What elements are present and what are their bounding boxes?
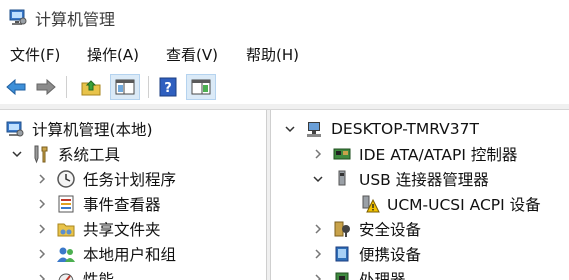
ide-controller-icon [331, 143, 353, 165]
portable-device-icon [331, 243, 353, 265]
tree-item-label: 处理器 [359, 270, 406, 280]
usb-connector-icon [331, 168, 353, 190]
tree-item-label: UCM-UCSI ACPI 设备 [387, 195, 541, 214]
chevron-right-icon[interactable] [35, 197, 49, 211]
tree-item-event-viewer[interactable]: 事件查看器 [35, 191, 161, 216]
back-arrow-icon[interactable] [4, 74, 28, 100]
tree-item-portable-devices[interactable]: 便携设备 [311, 241, 421, 266]
chevron-down-icon[interactable] [311, 172, 325, 186]
tree-item-label: 性能 [83, 270, 115, 280]
tree-item-system-tools[interactable]: 系统工具 [10, 141, 120, 166]
tree-item-label: 系统工具 [58, 145, 121, 164]
tree-item-processors[interactable]: 处理器 [311, 266, 406, 280]
performance-icon [55, 268, 77, 280]
tree-item-desktop-computer[interactable]: DESKTOP-TMRV37T [283, 116, 479, 141]
tree-item-label: 本地用户和组 [83, 245, 177, 264]
chevron-right-icon[interactable] [35, 222, 49, 236]
title-bar: 计算机管理 [0, 0, 569, 34]
chevron-right-icon[interactable] [35, 172, 49, 186]
chevron-right-icon[interactable] [311, 247, 325, 261]
up-folder-icon[interactable] [78, 74, 104, 100]
tree-item-label: 便携设备 [359, 245, 422, 264]
chevron-right-icon[interactable] [35, 272, 49, 280]
tree-item-computer-management-local[interactable]: 计算机管理(本地) [4, 116, 153, 141]
tree-item-shared-folders[interactable]: 共享文件夹 [35, 216, 161, 241]
local-users-groups-icon [55, 243, 77, 265]
menu-view[interactable]: 查看(V) [166, 44, 218, 65]
menu-bar: 文件(F) 操作(A) 查看(V) 帮助(H) [0, 38, 569, 68]
help-icon[interactable]: ? [156, 74, 180, 100]
svg-text:?: ? [164, 81, 172, 96]
show-hide-console-tree-icon[interactable] [110, 74, 140, 100]
tree-item-security-devices[interactable]: 安全设备 [311, 216, 421, 241]
menu-file[interactable]: 文件(F) [10, 44, 60, 65]
tree-item-usb-connector-manager[interactable]: USB 连接器管理器 [311, 166, 489, 191]
toolbar-separator [66, 76, 67, 98]
tree-item-label: 计算机管理(本地) [32, 120, 153, 139]
tree-item-local-users-groups[interactable]: 本地用户和组 [35, 241, 176, 266]
tree-item-ucm-ucsi-acpi-device[interactable]: UCM-UCSI ACPI 设备 [359, 191, 541, 216]
task-scheduler-icon [55, 168, 77, 190]
window-title: 计算机管理 [35, 10, 116, 29]
computer-management-icon [4, 118, 26, 140]
tree-item-label: 安全设备 [359, 220, 422, 239]
processor-icon [331, 268, 353, 280]
chevron-right-icon[interactable] [311, 147, 325, 161]
toolbar: ? [0, 70, 569, 104]
event-viewer-icon [55, 193, 77, 215]
warning-device-icon [359, 193, 381, 215]
console-tree: 计算机管理(本地) 系统工具 任务计划程序 事件查看器 共享文件夹 本地用户和组… [0, 110, 266, 280]
computer-icon [303, 118, 325, 140]
tree-item-label: 共享文件夹 [83, 220, 161, 239]
shared-folders-icon [55, 218, 77, 240]
chevron-right-icon[interactable] [311, 222, 325, 236]
system-tools-icon [30, 143, 52, 165]
chevron-right-icon[interactable] [35, 247, 49, 261]
forward-arrow-icon[interactable] [34, 74, 58, 100]
chevron-down-icon[interactable] [10, 147, 24, 161]
tree-item-ide-controller[interactable]: IDE ATA/ATAPI 控制器 [311, 141, 517, 166]
chevron-down-icon[interactable] [283, 122, 297, 136]
toolbar-separator [148, 76, 149, 98]
tree-item-label: IDE ATA/ATAPI 控制器 [359, 145, 518, 164]
computer-management-app-icon [8, 7, 28, 31]
tree-item-label: 事件查看器 [83, 195, 161, 214]
tree-item-performance[interactable]: 性能 [35, 266, 114, 280]
show-hide-action-pane-icon[interactable] [186, 74, 216, 100]
device-tree: DESKTOP-TMRV37T IDE ATA/ATAPI 控制器 USB 连接… [271, 110, 569, 280]
tree-item-label: DESKTOP-TMRV37T [331, 119, 479, 138]
tree-item-label: 任务计划程序 [83, 170, 177, 189]
tree-item-label: USB 连接器管理器 [359, 170, 489, 189]
menu-help[interactable]: 帮助(H) [246, 44, 299, 65]
menu-action[interactable]: 操作(A) [87, 44, 139, 65]
tree-item-task-scheduler[interactable]: 任务计划程序 [35, 166, 176, 191]
chevron-right-icon[interactable] [311, 272, 325, 280]
security-device-icon [331, 218, 353, 240]
